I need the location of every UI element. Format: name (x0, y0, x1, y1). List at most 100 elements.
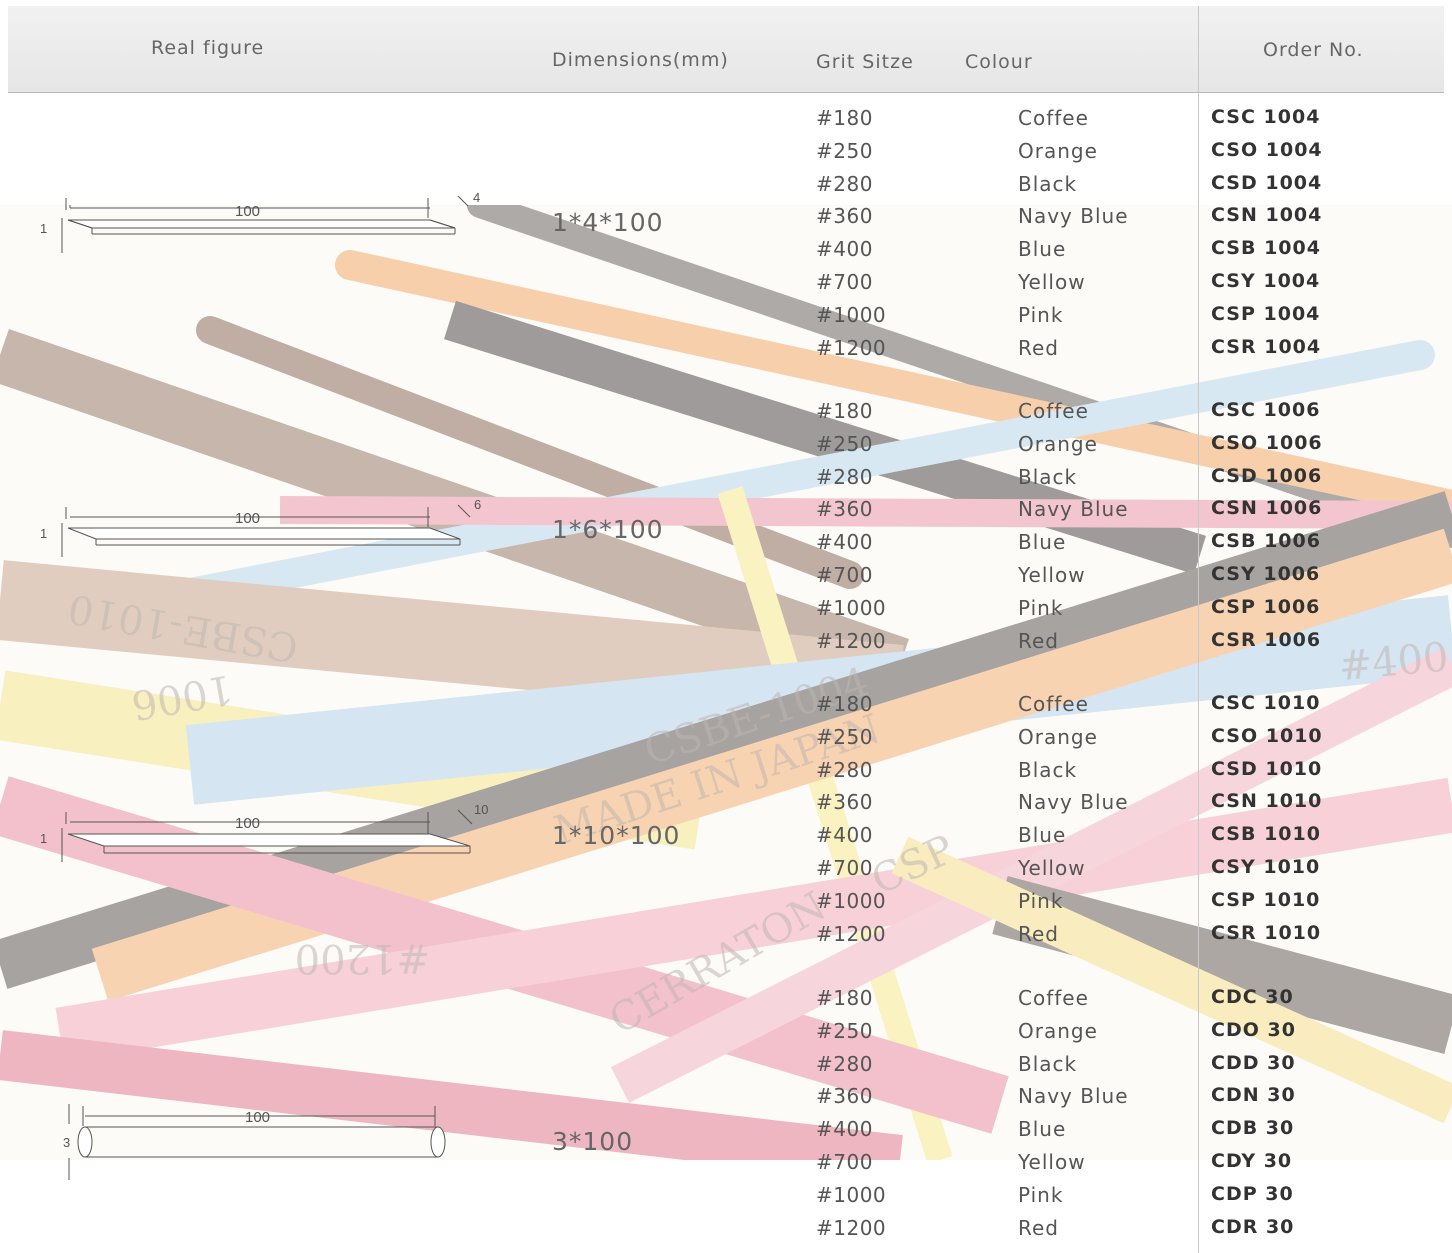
order-number-cell: CSO 1010 (1211, 725, 1323, 747)
dimension-label: 1*6*100 (552, 515, 664, 544)
grit-cell: #250 (816, 725, 873, 749)
grit-cell: #700 (816, 1150, 873, 1174)
dimension-label: 1*4*100 (552, 208, 664, 237)
figure-length-label: 100 (235, 203, 260, 220)
order-number-cell: CSN 1004 (1211, 204, 1323, 226)
colour-cell: Red (1018, 1216, 1059, 1240)
grit-cell: #700 (816, 563, 873, 587)
colour-cell: Navy Blue (1018, 204, 1129, 228)
figure-thickness-label: 1 (40, 221, 47, 236)
colour-cell: Blue (1018, 1117, 1067, 1141)
order-number-cell: CSD 1010 (1211, 758, 1323, 780)
grit-cell: #280 (816, 1052, 873, 1076)
header-order-no: Order No. (1263, 39, 1364, 61)
dimension-label: 1*10*100 (552, 821, 681, 850)
grit-cell: #280 (816, 172, 873, 196)
colour-cell: Blue (1018, 237, 1067, 261)
grit-cell: #360 (816, 204, 873, 228)
grit-cell: #700 (816, 856, 873, 880)
grit-cell: #1200 (816, 629, 887, 653)
colour-cell: Red (1018, 336, 1059, 360)
header-grit: Grit Sitze (816, 51, 914, 73)
colour-cell: Red (1018, 922, 1059, 946)
colour-cell: Navy Blue (1018, 1084, 1129, 1108)
order-number-cell: CDN 30 (1211, 1084, 1296, 1106)
order-number-cell: CSP 1004 (1211, 303, 1321, 325)
order-number-cell: CSR 1004 (1211, 336, 1322, 358)
order-number-cell: CSD 1006 (1211, 465, 1323, 487)
colour-cell: Yellow (1018, 563, 1086, 587)
column-divider (1198, 6, 1199, 1253)
figure-length-label: 100 (235, 815, 260, 832)
order-number-cell: CSB 1006 (1211, 530, 1321, 552)
colour-cell: Blue (1018, 823, 1067, 847)
order-number-cell: CSP 1010 (1211, 889, 1321, 911)
grit-cell: #400 (816, 237, 873, 261)
figure-length-label: 100 (235, 510, 260, 527)
grit-cell: #180 (816, 986, 873, 1010)
colour-cell: Orange (1018, 432, 1098, 456)
grit-cell: #1200 (816, 1216, 887, 1240)
order-number-cell: CSC 1006 (1211, 399, 1321, 421)
colour-cell: Pink (1018, 596, 1064, 620)
grit-cell: #280 (816, 758, 873, 782)
header-real-figure: Real figure (151, 37, 265, 59)
colour-cell: Black (1018, 172, 1078, 196)
table-header: Real figure Dimensions(mm) Grit Sitze Co… (8, 6, 1444, 93)
figure-width-label: 10 (474, 802, 488, 817)
grit-cell: #180 (816, 106, 873, 130)
colour-cell: Yellow (1018, 856, 1086, 880)
order-number-cell: CDO 30 (1211, 1019, 1296, 1041)
order-number-cell: CSY 1004 (1211, 270, 1321, 292)
figure-thickness-label: 1 (40, 831, 47, 846)
colour-cell: Orange (1018, 139, 1098, 163)
grit-cell: #360 (816, 1084, 873, 1108)
order-number-cell: CSO 1006 (1211, 432, 1323, 454)
order-number-cell: CSP 1006 (1211, 596, 1321, 618)
figure-length-label: 100 (245, 1109, 270, 1126)
figure-rod-3x100: 100 3 (63, 1104, 446, 1180)
figure-strip-1x6x100: 100 1 6 (40, 497, 481, 557)
order-number-cell: CDR 30 (1211, 1216, 1295, 1238)
grit-cell: #1000 (816, 596, 887, 620)
order-number-cell: CDP 30 (1211, 1183, 1294, 1205)
colour-cell: Yellow (1018, 270, 1086, 294)
grit-cell: #1000 (816, 889, 887, 913)
order-number-cell: CSB 1004 (1211, 237, 1321, 259)
order-number-cell: CDC 30 (1211, 986, 1294, 1008)
grit-cell: #1000 (816, 303, 887, 327)
grit-cell: #280 (816, 465, 873, 489)
grit-cell: #400 (816, 823, 873, 847)
grit-cell: #360 (816, 497, 873, 521)
colour-cell: Black (1018, 465, 1078, 489)
order-number-cell: CSB 1010 (1211, 823, 1321, 845)
order-number-cell: CDB 30 (1211, 1117, 1295, 1139)
grit-cell: #1000 (816, 1183, 887, 1207)
grit-cell: #1200 (816, 922, 887, 946)
header-dimensions: Dimensions(mm) (552, 49, 729, 71)
colour-cell: Red (1018, 629, 1059, 653)
figure-width-label: 6 (474, 497, 481, 512)
order-number-cell: CSY 1010 (1211, 856, 1321, 878)
order-number-cell: CSR 1010 (1211, 922, 1322, 944)
colour-cell: Yellow (1018, 1150, 1086, 1174)
colour-cell: Pink (1018, 1183, 1064, 1207)
grit-cell: #250 (816, 432, 873, 456)
header-colour: Colour (965, 51, 1033, 73)
grit-cell: #250 (816, 139, 873, 163)
figure-strip-1x4x100: 100 1 4 (40, 190, 480, 253)
order-number-cell: CSR 1006 (1211, 629, 1322, 651)
colour-cell: Coffee (1018, 399, 1089, 423)
grit-cell: #180 (816, 399, 873, 423)
colour-cell: Navy Blue (1018, 790, 1129, 814)
colour-cell: Coffee (1018, 986, 1089, 1010)
order-number-cell: CSY 1006 (1211, 563, 1321, 585)
figure-strip-1x10x100: 100 1 10 (40, 802, 488, 862)
order-number-cell: CSO 1004 (1211, 139, 1323, 161)
grit-cell: #360 (816, 790, 873, 814)
figure-width-label: 4 (473, 190, 480, 205)
grit-cell: #400 (816, 530, 873, 554)
dimension-label: 3*100 (552, 1127, 634, 1156)
grit-cell: #250 (816, 1019, 873, 1043)
colour-cell: Coffee (1018, 692, 1089, 716)
